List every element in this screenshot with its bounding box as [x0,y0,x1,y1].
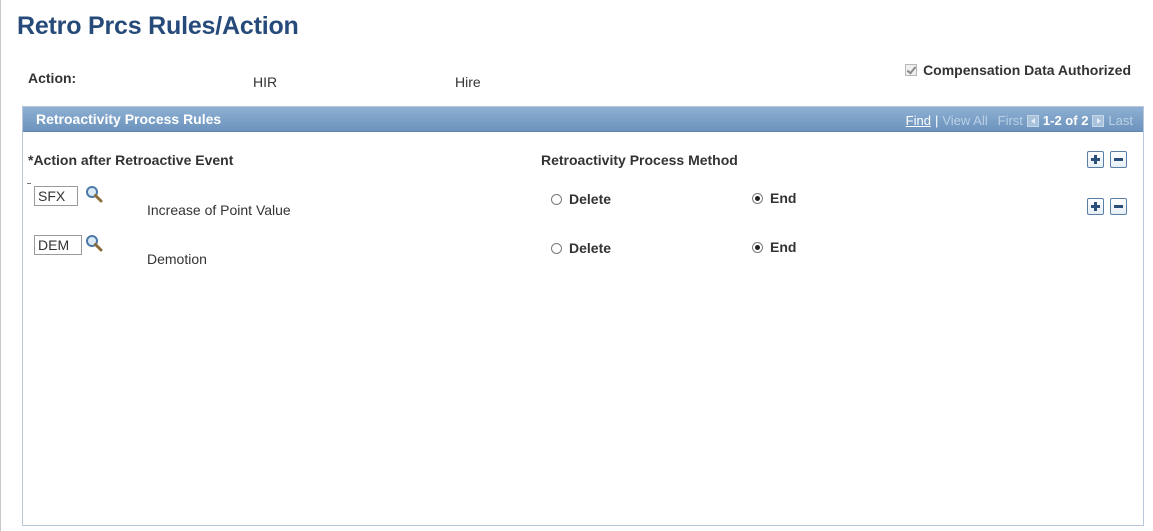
radio-end-label: End [770,190,797,206]
method-end-option[interactable]: End [752,239,796,255]
method-delete-option[interactable]: Delete [551,240,611,256]
page-frame-border [0,0,1,531]
compensation-authorized: Compensation Data Authorized [905,62,1131,78]
action-description: Increase of Point Value [147,202,291,218]
add-row-button[interactable] [1087,151,1104,168]
grid-header: Retroactivity Process Rules Find | View … [23,107,1143,132]
action-description: Hire [455,74,481,90]
column-header-action: *Action after Retroactive Event [28,152,234,168]
action-code-input[interactable]: SFX [34,186,78,206]
action-code: HIR [253,74,278,90]
action-code-input[interactable]: DEM [34,235,82,255]
previous-arrow-icon [1026,114,1039,127]
radio-delete[interactable] [551,242,562,254]
view-all-link: View All [942,113,988,128]
nav-separator: | [934,113,939,128]
page-title: Retro Prcs Rules/Action [17,12,299,40]
first-link: First [997,113,1023,128]
compensation-authorized-label: Compensation Data Authorized [923,62,1131,78]
next-arrow-icon [1092,114,1105,127]
row-marker [27,183,31,184]
action-description: Demotion [147,251,207,267]
delete-row-button[interactable] [1110,151,1127,168]
column-header-method: Retroactivity Process Method [541,152,738,168]
method-end-option[interactable]: End [752,190,796,206]
radio-end[interactable] [752,241,763,253]
find-link[interactable]: Find [906,113,931,128]
last-link: Last [1108,113,1133,128]
radio-end-label: End [770,239,797,255]
grid-navigation: Find | View All First 1-2 of 2 Last [906,113,1133,128]
grid-title: Retroactivity Process Rules [36,111,222,127]
radio-delete-label: Delete [569,191,612,207]
retro-rules-grid: Retroactivity Process Rules Find | View … [22,106,1144,526]
add-row-button[interactable] [1087,198,1104,215]
lookup-magnifier-icon[interactable] [85,185,103,203]
radio-delete[interactable] [551,193,562,205]
action-label: Action: [28,70,77,86]
row-count: 1-2 of 2 [1042,113,1089,128]
method-delete-option[interactable]: Delete [551,191,611,207]
delete-row-button[interactable] [1110,198,1127,215]
lookup-magnifier-icon[interactable] [85,234,103,252]
compensation-authorized-checkbox [905,64,918,76]
radio-delete-label: Delete [569,240,612,256]
radio-end[interactable] [752,192,763,204]
